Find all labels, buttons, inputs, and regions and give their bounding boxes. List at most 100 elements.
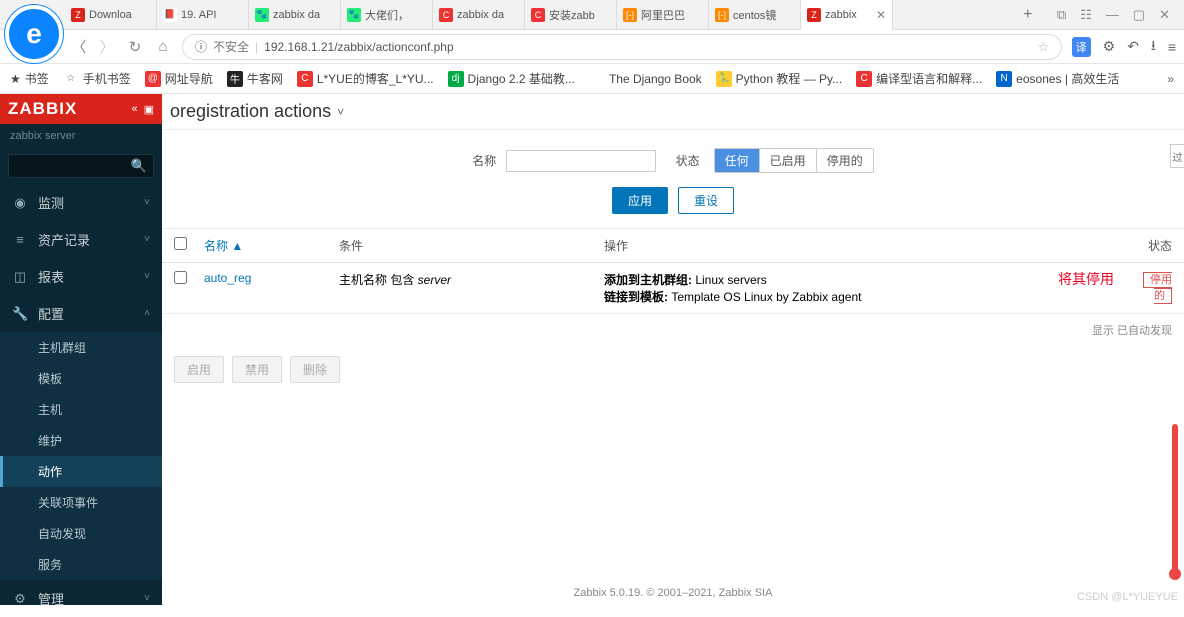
search-icon: 🔍 [131,158,147,174]
bookmark-icon: 牛 [227,71,243,87]
browser-tab[interactable]: 🐾zabbix da [249,0,341,30]
zabbix-logo[interactable]: ZABBIX [8,99,77,119]
sidebar-subitem[interactable]: 模板 [0,363,162,394]
bulk-button[interactable]: 删除 [290,356,340,383]
sidebar-search[interactable]: 🔍 [8,154,154,178]
menu-icon: ◫ [12,269,28,285]
bookmark-label: 手机书签 [83,70,131,87]
url-input[interactable]: ⓘ 不安全 | 192.168.1.21/zabbix/actionconf.p… [182,34,1062,60]
security-status: 不安全 [213,38,249,55]
bookmark-item[interactable]: djDjango 2.2 基础教... [448,70,575,87]
browser-tab[interactable]: 📕19. API [157,0,249,30]
chevron-down-icon: ˅ [337,105,344,119]
collapse-icon[interactable]: « [131,103,137,116]
tab-label: zabbix da [457,9,504,21]
sidebar-item[interactable]: 🔧配置˄ [0,295,162,332]
col-name-header[interactable]: 名称 ▲ [192,229,327,262]
sidebar-item[interactable]: ◉监测˅ [0,184,162,221]
star-icon[interactable]: ☆ [1038,40,1049,54]
action-name-link[interactable]: auto_reg [204,271,251,285]
sidebar-subitem[interactable]: 动作 [0,456,162,487]
reload-button[interactable]: ↻ [126,38,144,56]
select-all-checkbox[interactable] [174,237,187,250]
download-icon[interactable]: ⭳ [1151,35,1156,59]
bookmarks-bar: ★ 书签 ☆手机书签 @网址导航牛牛客网 CL*YUE的博客_L*YU... djDj… [0,64,1184,94]
bookmark-item[interactable]: @网址导航 [145,70,213,87]
sidebar-subitem[interactable]: 维护 [0,425,162,456]
sidebar-subitem[interactable]: 服务 [0,549,162,580]
bookmark-item[interactable]: 🐍Python 教程 — Py... [716,70,842,87]
filter-name-input[interactable] [506,150,656,172]
browser-tab[interactable]: Zzabbix✕ [801,0,893,30]
browser-logo: e [4,4,64,64]
settings-icon[interactable]: ⚙ [1103,38,1116,55]
status-segment: 任何已启用停用的 [714,148,874,173]
sidebar-item[interactable]: ≡ 资产记录 ˅ [0,221,162,258]
status-option[interactable]: 停用的 [817,149,873,172]
chevron-icon: ˅ [144,593,150,604]
menu-label: 报表 [38,267,64,286]
undo-icon[interactable]: ↶ [1127,38,1139,55]
close-window-icon[interactable]: ✕ [1159,7,1170,23]
favicon: [-] [715,8,729,22]
sidebar-subitem[interactable]: 主机 [0,394,162,425]
bulk-button[interactable]: 启用 [174,356,224,383]
favicon: C [439,8,453,22]
col-status-header[interactable]: 状态 [1124,229,1184,262]
browser-tab[interactable]: ZDownloa [65,0,157,30]
favicon: [-] [623,8,637,22]
page-title[interactable]: oregistration actions ˅ [170,101,344,122]
home-button[interactable]: ⌂ [154,38,172,55]
condition-cell: 主机名称 包含 server [327,263,592,296]
menu-label: 资产记录 [38,230,90,249]
bookmark-label: 网址导航 [165,70,213,87]
bookmark-item[interactable]: 牛牛客网 [227,70,283,87]
forward-button[interactable]: 〉 [98,36,116,57]
new-tab-button[interactable]: + [1013,6,1043,24]
chevron-icon: ˅ [144,234,150,245]
status-badge[interactable]: 停用的 [1143,272,1172,304]
minimize-icon[interactable]: — [1106,7,1119,23]
extension-icon[interactable]: ☷ [1080,7,1092,23]
bookmarks-folder[interactable]: ★ 书签 [10,70,49,87]
bookmark-item[interactable]: ☆手机书签 [63,70,131,87]
col-cond-header[interactable]: 条件 [327,229,592,262]
server-name: zabbix server [0,124,162,148]
back-button[interactable]: 〈 [70,36,88,57]
sidebar-subitem[interactable]: 自动发现 [0,518,162,549]
info-icon: ⓘ [195,38,207,55]
sidebar-item[interactable]: ⚙管理˅ [0,580,162,617]
bookmarks-overflow[interactable]: » [1167,72,1174,86]
sidebar-subitem[interactable]: 主机群组 [0,332,162,363]
screenshot-icon[interactable]: ⧉ [1057,7,1066,23]
sidebar-subitem[interactable]: 关联项事件 [0,487,162,518]
bookmark-item[interactable]: eThe Django Book [589,70,702,87]
maximize-icon[interactable]: ▢ [1133,7,1145,23]
reset-button[interactable]: 重设 [678,187,734,214]
bookmark-icon: @ [145,71,161,87]
translate-icon[interactable]: 译 [1072,37,1091,57]
menu-icon: ≡ [12,232,28,247]
menu-icon[interactable]: ≡ [1168,39,1176,55]
bulk-button[interactable]: 禁用 [232,356,282,383]
row-checkbox[interactable] [174,271,187,284]
browser-tab[interactable]: C安装zabb [525,0,617,30]
apply-button[interactable]: 应用 [612,187,668,214]
col-op-header[interactable]: 操作 [592,229,1124,262]
filter-toggle[interactable]: 过 [1170,144,1184,168]
sidebar-item[interactable]: ◫报表˅ [0,258,162,295]
browser-tab[interactable]: [-]centos镜 [709,0,801,30]
tab-close-icon[interactable]: ✕ [876,8,886,22]
main-content: oregistration actions ˅ 过 名称 状态 任何已启用停用的… [162,94,1184,605]
bookmark-item[interactable]: CL*YUE的博客_L*YU... [297,70,434,87]
browser-tab[interactable]: [-]阿里巴巴 [617,0,709,30]
browser-tab[interactable]: Czabbix da [433,0,525,30]
status-option[interactable]: 已启用 [760,149,817,172]
bookmark-item[interactable]: C编译型语言和解释... [856,70,982,87]
bookmark-label: The Django Book [609,72,702,86]
browser-tab[interactable]: 🐾大佬们， [341,0,433,30]
compact-icon[interactable]: ▣ [144,103,154,116]
status-option[interactable]: 任何 [715,149,760,172]
bookmark-label: Django 2.2 基础教... [468,70,575,87]
bookmark-item[interactable]: Neosones | 高效生活 [996,70,1119,87]
